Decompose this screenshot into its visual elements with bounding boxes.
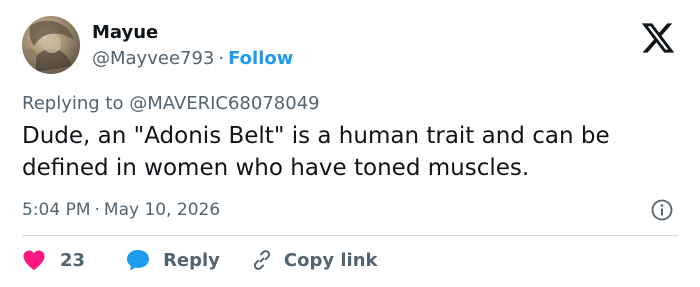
tweet-time: 5:04 PM	[22, 200, 91, 220]
timestamp-separator: ·	[94, 200, 100, 220]
link-icon	[253, 250, 270, 270]
speech-bubble-icon	[127, 250, 150, 271]
tweet-timestamp[interactable]: 5:04 PM · May 10, 2026	[22, 199, 220, 221]
copy-link-button[interactable]: Copy link	[250, 248, 378, 272]
divider	[22, 235, 678, 236]
like-button[interactable]: 23	[22, 249, 85, 271]
avatar[interactable]	[22, 16, 80, 74]
copy-link-label: Copy link	[283, 249, 378, 271]
replying-to-label: Replying to	[22, 93, 124, 114]
display-name[interactable]: Mayue	[92, 22, 158, 44]
reply-label: Reply	[163, 249, 220, 271]
replying-to: Replying to @MAVERIC68078049	[22, 93, 320, 115]
handle-row: @Mayvee793 · Follow	[92, 48, 293, 70]
heart-icon	[23, 250, 45, 270]
x-logo-icon[interactable]	[638, 20, 678, 56]
info-icon[interactable]	[650, 198, 674, 222]
follow-button[interactable]: Follow	[228, 48, 293, 69]
replying-to-mention[interactable]: @MAVERIC68078049	[129, 93, 319, 114]
handle-separator: ·	[218, 48, 225, 69]
like-count: 23	[60, 249, 86, 271]
action-bar: 23 Reply Copy link	[22, 246, 378, 274]
tweet-date: May 10, 2026	[103, 200, 221, 220]
reply-button[interactable]: Reply	[125, 248, 220, 272]
tweet-text: Dude, an "Adonis Belt" is a human trait …	[22, 123, 610, 181]
user-handle[interactable]: @Mayvee793	[92, 48, 214, 69]
tweet-card: Mayue @Mayvee793 · Follow Replying to @MAV…	[0, 0, 700, 287]
avatar-image	[26, 20, 74, 72]
